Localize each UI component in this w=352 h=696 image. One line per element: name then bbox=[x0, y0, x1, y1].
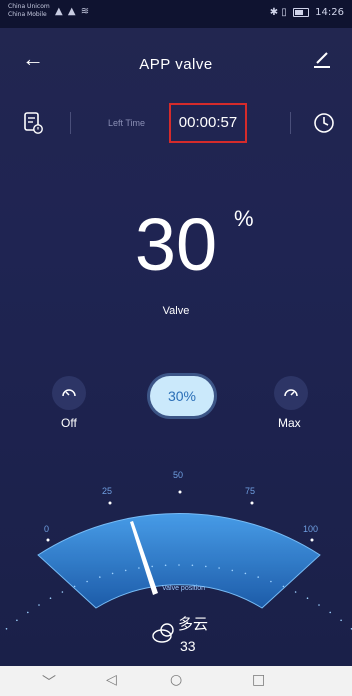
gauge-tick-75: 75 bbox=[245, 486, 255, 496]
battery-icon bbox=[292, 7, 309, 17]
cloud-icon bbox=[152, 623, 174, 643]
weather-temperature: 33 bbox=[180, 638, 196, 654]
nav-home-icon[interactable]: ○ bbox=[170, 672, 182, 688]
gauge-tick-dot bbox=[218, 567, 220, 569]
edit-pen-icon bbox=[314, 52, 330, 68]
gauge-tick-25: 25 bbox=[102, 486, 112, 496]
gauge-tick-50: 50 bbox=[173, 470, 183, 480]
gauge-tick-dot bbox=[282, 585, 285, 588]
nav-recents-icon[interactable]: □ bbox=[252, 672, 265, 688]
gauge-tick-dot bbox=[49, 597, 52, 599]
vibrate-icon: ▯ bbox=[281, 7, 287, 18]
divider bbox=[290, 112, 291, 134]
edit-button[interactable] bbox=[308, 46, 334, 72]
carrier-2: China Mobile bbox=[8, 11, 47, 18]
gauge-tick-100: 100 bbox=[303, 524, 318, 534]
system-nav-bar: ﹀ ◁ ○ □ bbox=[0, 666, 352, 696]
gauge-tick-dot bbox=[27, 611, 29, 614]
gauge-tick-dot bbox=[111, 572, 114, 575]
valve-percentage: 30 bbox=[134, 203, 218, 286]
gauge-tick-dot bbox=[318, 604, 320, 606]
clock-icon bbox=[314, 113, 334, 133]
gauge-tick-dot bbox=[178, 564, 180, 566]
nav-back-icon[interactable]: ◁ bbox=[106, 672, 117, 688]
left-time-value: 00:00:57 bbox=[169, 103, 247, 143]
gauge-tick-dot bbox=[16, 619, 18, 622]
gauge-tick-dot bbox=[231, 569, 234, 572]
current-level-button[interactable]: 30% bbox=[150, 376, 214, 416]
schedule-button[interactable] bbox=[22, 110, 44, 136]
gauge-tick-dot bbox=[86, 580, 88, 583]
off-label: Off bbox=[61, 416, 77, 430]
gauge-tick-dot bbox=[205, 565, 207, 568]
status-time: 14:26 bbox=[315, 7, 344, 18]
app-header: ← APP valve bbox=[0, 36, 352, 86]
left-time-label: Left Time bbox=[108, 118, 146, 128]
gauge-tick-dot bbox=[151, 565, 153, 568]
signal-icon: ▲ ▲ ≋ bbox=[55, 6, 91, 17]
divider bbox=[70, 112, 71, 134]
nav-collapse-icon[interactable]: ﹀ bbox=[42, 672, 56, 692]
status-right: ✱ ▯ 14:26 bbox=[270, 7, 344, 18]
gauge-tick-dot bbox=[38, 604, 40, 606]
gauge-tick-dot bbox=[191, 564, 194, 567]
gauge-tick-dot bbox=[306, 597, 309, 599]
status-bar: China Unicom China Mobile ▲ ▲ ≋ ✱ ▯ 14:2… bbox=[0, 0, 352, 28]
gauge-tick-dot bbox=[61, 591, 64, 593]
gauge-tick-dot bbox=[340, 619, 342, 622]
gauge-tick-dot bbox=[257, 576, 260, 578]
max-label: Max bbox=[278, 416, 301, 430]
bluetooth-icon: ✱ bbox=[269, 7, 279, 18]
carrier-1: China Unicom bbox=[8, 3, 50, 10]
gauge-tick-dot bbox=[164, 564, 167, 567]
carrier-names: China Unicom China Mobile bbox=[8, 3, 50, 19]
max-button[interactable] bbox=[274, 376, 308, 410]
gauge-tick-dot bbox=[244, 572, 247, 575]
gauge-tick-dot bbox=[294, 591, 297, 593]
gauge-tick-dot bbox=[138, 567, 140, 569]
gauge-tick-dot bbox=[73, 585, 76, 588]
gauge-tick-0: 0 bbox=[44, 524, 49, 534]
gauge-tick-dot bbox=[5, 628, 8, 630]
percent-unit: % bbox=[234, 206, 254, 231]
gauge-caption: Valve position bbox=[162, 585, 205, 592]
gauge-tick-dot bbox=[124, 569, 127, 572]
gauge-high-icon bbox=[284, 389, 298, 397]
gauge-low-icon bbox=[62, 389, 76, 397]
gauge-arc bbox=[37, 513, 321, 609]
gauge-tick-dot bbox=[329, 611, 332, 614]
gauge-tick-dot bbox=[99, 576, 101, 578]
page-title: APP valve bbox=[139, 56, 213, 73]
schedule-icon bbox=[24, 112, 43, 134]
off-button[interactable] bbox=[52, 376, 86, 410]
valve-label: Valve bbox=[162, 305, 190, 317]
clock-button[interactable] bbox=[312, 111, 336, 135]
weather-description: 多云 bbox=[178, 615, 209, 633]
gauge-tick-dot bbox=[270, 580, 272, 583]
